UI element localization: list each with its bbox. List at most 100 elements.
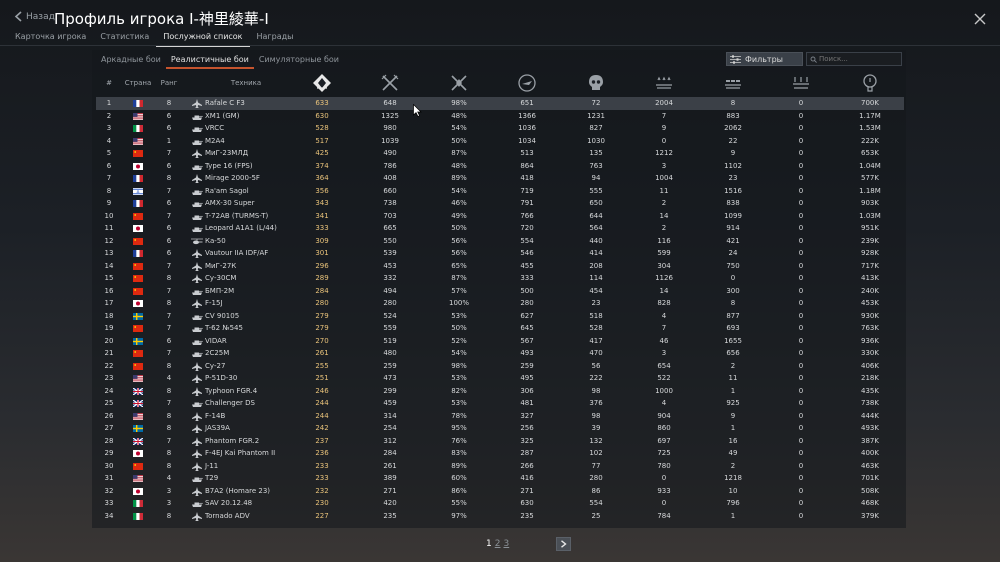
cell-exp: 493K [861,424,879,432]
page-link-2[interactable]: 2 [495,539,501,549]
score-icon[interactable] [310,70,334,96]
victories-icon[interactable] [447,70,471,96]
table-row[interactable]: 1 8 633 648 98% 651 72 2004 8 0 700K Rafale C F3 [96,97,904,110]
table-row[interactable]: 33 3 230 420 55% 630 554 0 796 0 468K SAV 20.12.48 [96,497,904,510]
table-row[interactable]: 28 7 237 312 76% 325 132 697 16 0 387K Phantom FGR.… [96,435,904,448]
deaths-icon[interactable] [584,70,608,96]
table-row[interactable]: 10 7 341 703 49% 766 644 14 1099 0 1.03M T-72AB (TU… [96,210,904,223]
table-row[interactable]: 17 8 280 280 100% 280 23 828 8 0 453K F-15J [96,297,904,310]
cell-naval: 0 [798,261,804,270]
table-row[interactable]: 12 6 309 550 56% 554 440 116 421 0 239K Ка-50 [96,235,904,248]
col-number[interactable]: # [100,70,118,96]
table-row[interactable]: 25 7 244 459 53% 481 376 4 925 0 738K Challenger DS [96,397,904,410]
cell-naval: 0 [798,124,804,132]
table-row[interactable]: 5 7 425 490 87% 513 135 1212 9 0 653K МиГ-23МЛД [96,147,904,160]
naval-kills-icon[interactable] [789,70,813,96]
close-icon [974,13,986,25]
cell-naval: 0 [798,449,804,457]
jet-vehicle-icon [191,386,203,396]
cell-respawns: 766 [520,211,534,220]
cell-exp: 400K [861,449,879,457]
cell-air: 14 [659,286,669,295]
mode-tab-1[interactable]: Реалистичные бои [165,53,254,69]
cell-ground: 838 [726,199,740,207]
cell-score: 284 [315,286,329,295]
cell-battles: 550 [383,236,397,245]
col-country[interactable]: Страна [122,70,154,96]
table-row[interactable]: 32 3 232 271 86% 271 86 933 10 0 508K B7A2 (Homare … [96,485,904,498]
mode-tab-2[interactable]: Симуляторные бои [254,53,344,69]
air-kills-icon[interactable] [652,70,676,96]
table-row[interactable]: 6 6 374 786 48% 864 763 3 1102 0 1.04M Type 16 (FPS… [96,160,904,173]
table-row[interactable]: 9 6 343 738 46% 791 650 2 838 0 903K AMX-30 Super [96,197,904,210]
country-flag-icon [132,437,144,445]
cell-deaths: 25 [591,511,601,520]
cell-air: 904 [657,411,671,420]
col-rank[interactable]: Ранг [158,70,180,96]
cell-naval: 0 [798,161,804,170]
cell-n: 7 [106,174,112,182]
table-row[interactable]: 3 6 528 980 54% 1036 827 9 2062 0 1.53M VRCC [96,122,904,135]
tank-vehicle-icon [191,224,203,233]
col-vehicle[interactable]: Техника [216,70,276,96]
cell-respawns: 327 [520,411,534,420]
table-row[interactable]: 11 6 333 665 50% 720 564 2 914 0 951K Leopard A1A1 … [96,222,904,235]
cell-air: 1004 [655,174,673,182]
cell-battles: 408 [383,174,397,182]
table-row[interactable]: 34 8 227 235 97% 235 25 784 1 0 379K Tornado ADV [96,510,904,523]
table-row[interactable]: 4 1 517 1039 50% 1034 1030 0 22 0 222K M2A4 [96,135,904,148]
search-input[interactable] [819,55,899,63]
table-row[interactable]: 20 6 270 519 52% 567 417 46 1655 0 936K VIDAR [96,335,904,348]
tank-vehicle-icon [191,287,203,296]
country-flag-icon [133,412,143,420]
table-row[interactable]: 22 8 255 259 98% 259 56 654 2 0 406K Су-27 [96,360,904,373]
cell-n: 14 [104,261,114,270]
cell-score: 343 [315,199,329,207]
table-row[interactable]: 7 8 364 408 89% 418 94 1004 23 0 577K Mirage 2000-5… [96,172,904,185]
cell-n: 19 [104,324,114,332]
cell-naval: 0 [798,186,804,195]
tank-vehicle-icon [191,162,203,171]
table-row[interactable]: 18 7 279 524 53% 627 518 4 877 0 930K CV 90105 [96,310,904,323]
ground-kills-icon[interactable] [721,70,745,96]
country-flag-icon [133,150,143,157]
search-box[interactable] [806,52,902,66]
vehicle-name: T-62 №545 [205,324,243,332]
filters-button[interactable]: Фильтры [726,52,803,66]
cell-wins: 89% [451,174,467,182]
table-row[interactable]: 24 8 246 299 82% 306 98 1000 1 0 435K Typhoon FGR.4 [96,385,904,398]
table-row[interactable]: 29 8 236 284 83% 287 102 725 49 0 400K F-4EJ Kai Ph… [96,447,904,460]
table-row[interactable]: 23 4 251 473 53% 495 222 522 11 0 218K P-51D-30 [96,372,904,385]
cell-respawns: 325 [520,436,534,445]
table-row[interactable]: 26 8 244 314 78% 327 98 904 9 0 444K F-14B [96,410,904,423]
cell-score: 341 [315,211,329,220]
table-row[interactable]: 31 4 233 389 60% 416 280 0 1218 0 701K T29 [96,472,904,485]
mode-tab-0[interactable]: Аркадные бои [96,53,166,69]
table-row[interactable]: 14 7 296 453 65% 455 208 304 750 0 717K МиГ-27К [96,260,904,273]
country-flag-icon [133,200,143,207]
close-button[interactable] [974,10,986,25]
respawns-icon[interactable] [515,70,539,96]
page-link-1[interactable]: 1 [486,539,492,549]
cell-respawns: 235 [520,511,534,520]
cell-rank: 4 [166,374,172,382]
table-row[interactable]: 2 6 630 1325 48% 1366 1231 7 883 0 1.17M XM1 (GM) [96,110,904,123]
cell-wins: 98% [451,99,467,107]
table-row[interactable]: 21 7 261 480 54% 493 470 3 656 0 330K 2С25М [96,347,904,360]
battles-icon[interactable] [378,70,402,96]
mode-tabs: Аркадные бои Реалистичные бои Симуляторные… [96,53,344,69]
back-button[interactable]: Назад [14,11,55,22]
table-row[interactable]: 8 7 356 660 54% 719 555 11 1516 0 1.18M Ra'am Sagol [96,185,904,198]
next-page-button[interactable] [556,537,571,551]
table-row[interactable]: 30 8 233 261 89% 266 77 780 2 0 463K J-11 [96,460,904,473]
table-row[interactable]: 13 6 301 539 56% 546 414 599 24 0 928K Vautour IIA … [96,247,904,260]
cell-rank: 6 [166,111,172,120]
table-row[interactable]: 16 7 284 494 57% 500 454 14 300 0 240K БМП-2М [96,285,904,298]
country-flag-icon [133,225,143,232]
page-link-3[interactable]: 3 [503,539,509,549]
table-row[interactable]: 27 8 242 254 95% 256 39 860 1 0 493K JAS39A [96,422,904,435]
table-row[interactable]: 19 7 279 559 50% 645 528 7 693 0 763K T-62 №545 [96,322,904,335]
experience-icon[interactable] [858,70,882,96]
cell-wins: 76% [451,436,467,445]
table-row[interactable]: 15 8 289 332 87% 333 114 1126 0 0 413K Су-30СМ [96,272,904,285]
